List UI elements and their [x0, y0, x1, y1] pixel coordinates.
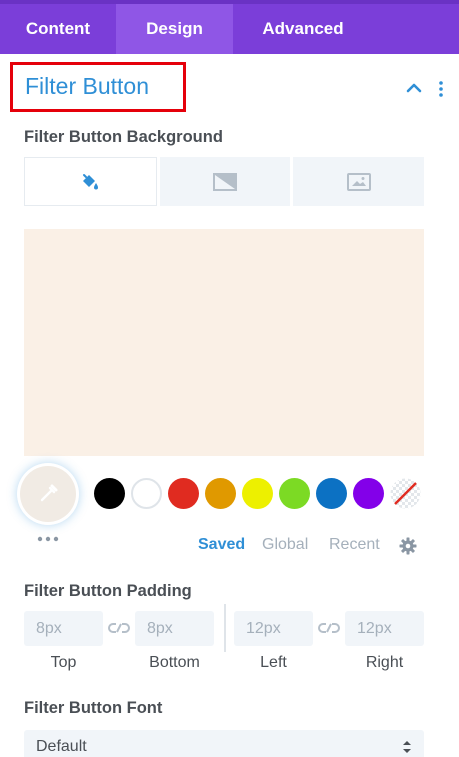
- paint-bucket-icon: [83, 173, 99, 189]
- link-icon[interactable]: [318, 620, 340, 636]
- padding-divider: [224, 604, 226, 652]
- palette-tab-global[interactable]: Global: [262, 536, 308, 554]
- padding-left-caption: Left: [260, 654, 287, 671]
- tab-design[interactable]: Design: [116, 4, 233, 54]
- module-tab-bar: Content Design Advanced: [0, 0, 459, 54]
- swatch-red[interactable]: [168, 478, 199, 509]
- background-tab-image[interactable]: [293, 157, 425, 206]
- font-label: Filter Button Font: [24, 699, 163, 717]
- palette-tab-recent[interactable]: Recent: [329, 536, 380, 554]
- more-vertical-icon[interactable]: [436, 80, 446, 98]
- padding-bottom-input[interactable]: 8px: [135, 611, 214, 646]
- section-title[interactable]: Filter Button: [25, 73, 149, 100]
- font-select[interactable]: Default: [24, 730, 424, 757]
- padding-left-input[interactable]: 12px: [234, 611, 313, 646]
- swatch-black[interactable]: [94, 478, 125, 509]
- swatch-orange[interactable]: [205, 478, 236, 509]
- tab-content[interactable]: Content: [0, 4, 116, 54]
- eyedropper-icon: [40, 484, 58, 502]
- select-arrows-icon: [403, 741, 411, 753]
- swatch-green[interactable]: [279, 478, 310, 509]
- swatch-white[interactable]: [131, 478, 162, 509]
- padding-top-input[interactable]: 8px: [24, 611, 103, 646]
- background-type-tabs: [24, 157, 425, 206]
- swatch-purple[interactable]: [353, 478, 384, 509]
- color-preview: [24, 229, 424, 456]
- padding-bottom-caption: Bottom: [149, 654, 200, 671]
- padding-right-caption: Right: [365, 654, 404, 671]
- link-icon[interactable]: [108, 620, 130, 636]
- color-picker-button[interactable]: [20, 466, 76, 522]
- background-tab-color[interactable]: [24, 157, 157, 206]
- image-icon: [346, 172, 371, 191]
- swatch-yellow[interactable]: [242, 478, 273, 509]
- padding-top-caption: Top: [50, 654, 77, 671]
- gear-icon[interactable]: [399, 537, 417, 555]
- tab-advanced[interactable]: Advanced: [233, 4, 373, 54]
- font-select-value: Default: [36, 738, 87, 755]
- gradient-icon: [213, 172, 237, 191]
- chevron-up-icon[interactable]: [404, 80, 424, 96]
- more-swatches-icon[interactable]: [37, 532, 59, 546]
- background-label: Filter Button Background: [24, 128, 223, 146]
- padding-right-input[interactable]: 12px: [345, 611, 424, 646]
- padding-label: Filter Button Padding: [24, 582, 192, 600]
- background-tab-gradient[interactable]: [159, 157, 291, 206]
- swatch-none-icon[interactable]: [390, 478, 421, 509]
- palette-tab-saved[interactable]: Saved: [198, 536, 245, 554]
- swatch-blue[interactable]: [316, 478, 347, 509]
